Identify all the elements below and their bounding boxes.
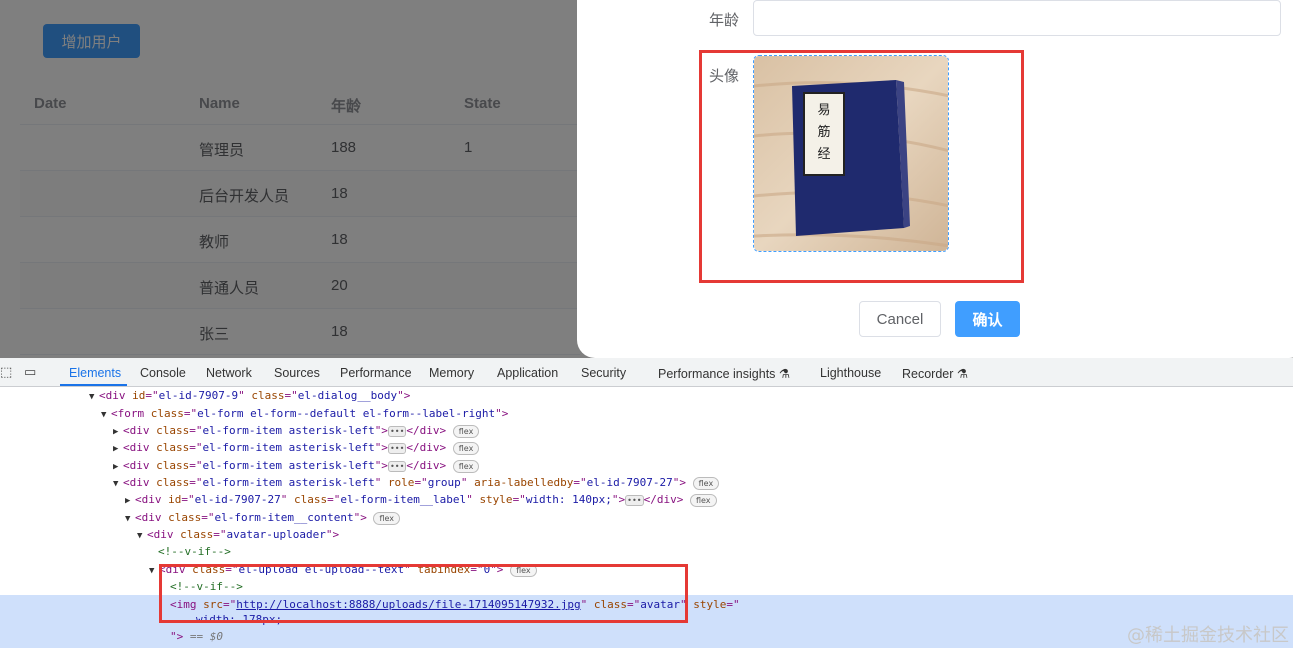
device-toolbar-icon[interactable]: ▭: [24, 364, 36, 380]
tab-recorder[interactable]: Recorder ⚗: [902, 366, 968, 381]
attr-value: el-id-7907-27: [194, 493, 281, 506]
flex-badge[interactable]: flex: [689, 493, 717, 507]
highlight-box-avatar: [699, 50, 1024, 283]
collapse-triangle-icon[interactable]: ▼: [149, 563, 159, 580]
attr-value: el-form-item asterisk-left: [202, 424, 375, 437]
ellipsis-icon[interactable]: •••: [625, 494, 644, 506]
attr-value: el-form-item asterisk-left: [202, 441, 375, 454]
ellipsis-icon[interactable]: •••: [387, 442, 407, 454]
inspect-element-icon[interactable]: ⬚: [0, 364, 12, 380]
selected-node-marker: == $0: [189, 630, 223, 643]
flask-icon: ⚗: [956, 367, 969, 381]
collapse-triangle-icon[interactable]: ▼: [89, 389, 99, 406]
dom-line[interactable]: ▶ <div id="el-id-7907-27" class="el-form-…: [125, 491, 717, 508]
attr-value: group: [427, 476, 461, 489]
tab-security[interactable]: Security: [581, 366, 626, 380]
dom-line[interactable]: ▼ <div id="el-id-7907-9" class="el-dialog…: [89, 387, 410, 404]
dom-line[interactable]: ▶ <div class="el-form-item asterisk-left"…: [113, 422, 480, 439]
tab-network[interactable]: Network: [206, 366, 252, 380]
tab-application[interactable]: Application: [497, 366, 558, 380]
highlight-box-img-node: [159, 564, 688, 623]
collapse-triangle-icon[interactable]: ▼: [125, 511, 135, 528]
flex-badge[interactable]: flex: [452, 441, 480, 455]
attr-value: el-form-item__content: [214, 511, 354, 524]
ellipsis-icon[interactable]: •••: [387, 460, 407, 472]
dom-line[interactable]: ▼ <div class="el-form-item asterisk-left"…: [113, 474, 720, 493]
cancel-button[interactable]: Cancel: [859, 301, 941, 337]
attr-value: el-id-7907-27: [586, 476, 673, 489]
attr-value: el-form el-form--default el-form--label-…: [197, 407, 496, 420]
tab-elements[interactable]: Elements: [69, 366, 121, 380]
watermark: @稀土掘金技术社区: [1127, 625, 1289, 646]
dom-comment[interactable]: <!--v-if-->: [158, 543, 231, 560]
dom-line[interactable]: ▶ <div class="el-form-item asterisk-left"…: [113, 439, 480, 458]
dom-line[interactable]: ▶ <div class="el-form-item asterisk-left"…: [113, 457, 480, 474]
tab-performance-insights[interactable]: Performance insights ⚗: [658, 366, 790, 381]
flex-badge[interactable]: flex: [452, 459, 480, 473]
flask-icon: ⚗: [778, 367, 791, 381]
collapse-triangle-icon[interactable]: ▼: [137, 528, 147, 545]
tab-performance-insights-label: Performance insights: [658, 367, 776, 381]
active-tab-indicator: [60, 384, 127, 386]
tab-lighthouse[interactable]: Lighthouse: [820, 366, 881, 380]
devtools-tabbar: ⬚ ▭ Elements Console Network Sources Per…: [0, 358, 1293, 387]
attr-value: el-form-item asterisk-left: [202, 459, 375, 472]
app-viewport: 增加用户 Date Name 年龄 State 管理员 188 1 后台开发人员…: [0, 0, 1293, 358]
attr-value: width: 140px;: [525, 493, 612, 506]
attr-value: el-form-item asterisk-left: [202, 476, 375, 489]
flex-badge[interactable]: flex: [452, 424, 480, 438]
dom-line-end[interactable]: "> == $0: [170, 628, 223, 645]
flex-badge[interactable]: flex: [692, 476, 720, 490]
confirm-button[interactable]: 确认: [955, 301, 1020, 337]
dom-line[interactable]: ▼ <div class="el-form-item__content"> fle…: [125, 509, 401, 528]
tab-recorder-label: Recorder: [902, 367, 954, 381]
attr-value: el-id-7907-9: [158, 389, 239, 402]
age-label: 年龄: [709, 12, 740, 29]
expand-triangle-icon[interactable]: ▶: [113, 441, 123, 458]
age-input[interactable]: [753, 0, 1281, 36]
attr-value: el-dialog__body: [297, 389, 398, 402]
tab-performance[interactable]: Performance: [340, 366, 412, 380]
dom-line[interactable]: ▼ <form class="el-form el-form--default e…: [101, 405, 508, 422]
flex-badge[interactable]: flex: [373, 511, 401, 525]
attr-value: el-form-item__label: [340, 493, 467, 506]
tab-memory[interactable]: Memory: [429, 366, 474, 380]
tab-console[interactable]: Console: [140, 366, 186, 380]
collapse-triangle-icon[interactable]: ▼: [101, 407, 111, 424]
tab-sources[interactable]: Sources: [274, 366, 320, 380]
dom-line[interactable]: ▼ <div class="avatar-uploader">: [137, 526, 339, 543]
ellipsis-icon[interactable]: •••: [387, 425, 407, 437]
collapse-triangle-icon[interactable]: ▼: [113, 476, 123, 493]
attr-value: avatar-uploader: [226, 528, 326, 541]
expand-triangle-icon[interactable]: ▶: [125, 493, 135, 510]
